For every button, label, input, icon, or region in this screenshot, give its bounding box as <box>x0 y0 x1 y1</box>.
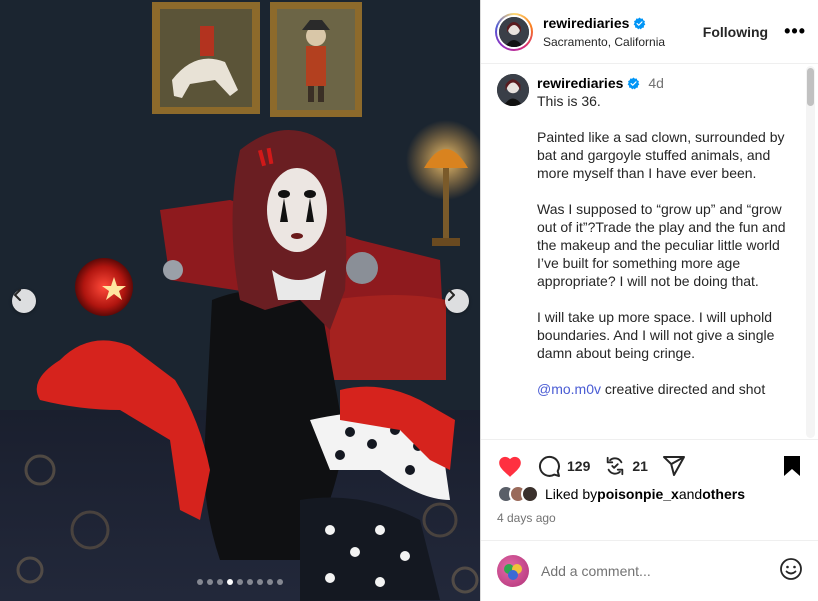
emoji-button[interactable] <box>779 557 803 586</box>
repost-icon <box>607 456 624 476</box>
likes-prefix: Liked by <box>545 486 598 502</box>
caption-paragraph: Was I supposed to “grow up” and “grow ou… <box>537 201 786 289</box>
post-details-panel: rewirediaries Sacramento, California Fol… <box>480 0 818 601</box>
carousel-prev-button[interactable] <box>12 289 36 313</box>
post-date[interactable]: 4 days ago <box>497 511 556 525</box>
bookmark-icon <box>784 456 800 476</box>
caption-paragraph: I will take up more space. I will uphold… <box>537 309 775 361</box>
add-comment-bar <box>481 540 818 601</box>
carousel-dot <box>207 579 213 585</box>
comments-section: rewirediaries 4d This is 36. Painted lik… <box>481 64 818 440</box>
carousel-dot <box>217 579 223 585</box>
carousel-dot <box>247 579 253 585</box>
post-location[interactable]: Sacramento, California <box>543 35 703 49</box>
verified-badge-icon <box>628 77 640 89</box>
share-icon <box>662 456 685 476</box>
photo-illustration <box>0 0 480 601</box>
more-options-button[interactable]: ••• <box>784 21 806 42</box>
caption-text: creative directed and shot <box>601 381 766 397</box>
carousel-next-button[interactable] <box>445 289 469 313</box>
chevron-left-icon <box>14 289 21 301</box>
likes-others-link[interactable]: others <box>702 486 745 502</box>
post-photo <box>0 0 480 601</box>
current-user-avatar <box>497 555 529 587</box>
carousel-dot <box>197 579 203 585</box>
avatar-portrait-icon <box>499 16 529 47</box>
scrollbar-thumb[interactable] <box>807 68 814 106</box>
caption-paragraph: @mo.m0v creative directed and shot <box>537 380 794 398</box>
caption-author-avatar[interactable] <box>497 74 529 106</box>
author-username[interactable]: rewirediaries <box>543 15 629 32</box>
more-options-icon: ••• <box>784 21 806 41</box>
save-button[interactable] <box>782 455 802 477</box>
action-bar: 129 21 <box>497 452 802 480</box>
carousel-dot <box>257 579 263 585</box>
carousel-dot <box>277 579 283 585</box>
liker-avatars[interactable] <box>497 485 539 503</box>
caption-paragraph: Painted like a sad clown, surrounded by … <box>537 129 785 181</box>
chevron-right-icon <box>448 289 455 301</box>
verified-badge-icon <box>634 17 646 29</box>
emoji-icon <box>780 557 802 580</box>
author-avatar[interactable] <box>495 12 533 51</box>
avatar <box>521 485 539 503</box>
likes-conjunction: and <box>678 486 703 502</box>
caption-paragraph: This is 36. <box>537 93 601 109</box>
caption-timestamp[interactable]: 4d <box>648 74 664 92</box>
following-button[interactable]: Following <box>703 24 768 40</box>
caption-comment: rewirediaries 4d This is 36. Painted lik… <box>497 74 794 398</box>
share-button[interactable] <box>662 454 686 478</box>
comment-icon <box>538 455 560 477</box>
repost-button[interactable]: 21 <box>604 455 648 477</box>
avatar-art-icon <box>504 564 522 580</box>
carousel-indicator <box>0 579 480 585</box>
carousel-dot <box>267 579 273 585</box>
carousel-dot <box>237 579 243 585</box>
post-header: rewirediaries Sacramento, California Fol… <box>481 0 818 64</box>
comments-scrollbar[interactable] <box>806 66 815 438</box>
heart-icon <box>499 456 521 477</box>
likes-summary: Liked by poisonpie_x and others <box>497 485 745 503</box>
carousel-dot-active <box>227 579 233 585</box>
like-button[interactable] <box>497 454 523 478</box>
comment-count: 129 <box>567 458 591 474</box>
user-mention-link[interactable]: @mo.m0v <box>537 381 601 397</box>
comment-input[interactable] <box>541 563 779 579</box>
liker-username-link[interactable]: poisonpie_x <box>597 486 679 502</box>
avatar-portrait-icon <box>497 74 529 106</box>
caption-username[interactable]: rewirediaries <box>537 74 623 92</box>
comment-button[interactable]: 129 <box>537 454 590 478</box>
repost-count: 21 <box>632 458 648 474</box>
